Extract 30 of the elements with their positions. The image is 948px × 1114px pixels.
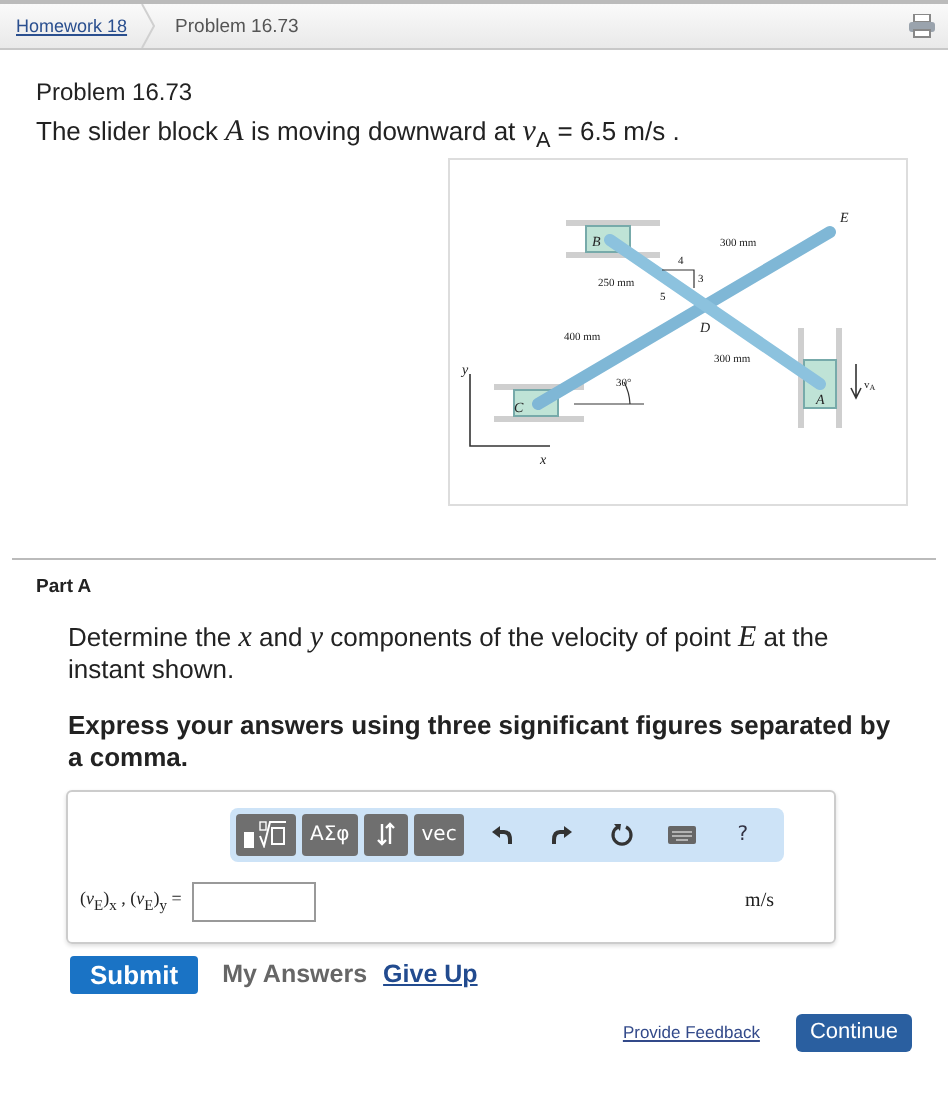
units-label: m/s xyxy=(745,890,776,913)
toolbar-button[interactable]: vec xyxy=(413,813,465,856)
keyboard-icon xyxy=(668,825,697,844)
give-up-link[interactable]: Give Up xyxy=(383,960,478,989)
problem-title: Problem 16.73 xyxy=(36,78,195,106)
problem-statement: The slider block A is moving downward at v$_{A}$ = 6.5 m/s . xyxy=(36,116,682,154)
question-text: Determine the x and y components of the velocity of point E at the instant shown. xyxy=(66,621,831,686)
breadcrumb-current: Problem 16.73 xyxy=(175,15,299,37)
undo-icon xyxy=(490,822,515,847)
sort-arrows-button[interactable] xyxy=(363,813,408,856)
continue-button[interactable]: Continue xyxy=(795,1013,912,1052)
templates-icon xyxy=(244,820,288,849)
printer-icon[interactable] xyxy=(908,14,936,38)
reset-icon xyxy=(610,822,635,847)
instruction-text: Express your answers using three significant figures separated by a comma. xyxy=(66,709,893,774)
answer-label: (v$_{E}$)$_{x}$ , (v$_{E}$)$_{y}$ = xyxy=(80,888,182,914)
sort-arrows-icon xyxy=(375,822,396,847)
chevron-icon xyxy=(139,4,156,48)
axes-drawing xyxy=(469,372,551,446)
redo-icon xyxy=(550,822,575,847)
my-answers-label: My Answers xyxy=(222,960,368,989)
arrow-icon xyxy=(850,362,862,399)
breadcrumb-link[interactable]: Homework 18 xyxy=(16,16,128,36)
answer-field[interactable] xyxy=(191,881,316,922)
part-title: Part A xyxy=(36,575,94,598)
help-button[interactable]: ? xyxy=(720,813,765,856)
toolbar-button[interactable]: ΑΣφ xyxy=(302,813,358,856)
feedback-link[interactable]: Provide Feedback xyxy=(622,1022,760,1043)
submit-button[interactable]: Submit xyxy=(70,955,199,994)
templates-button[interactable] xyxy=(236,813,296,856)
